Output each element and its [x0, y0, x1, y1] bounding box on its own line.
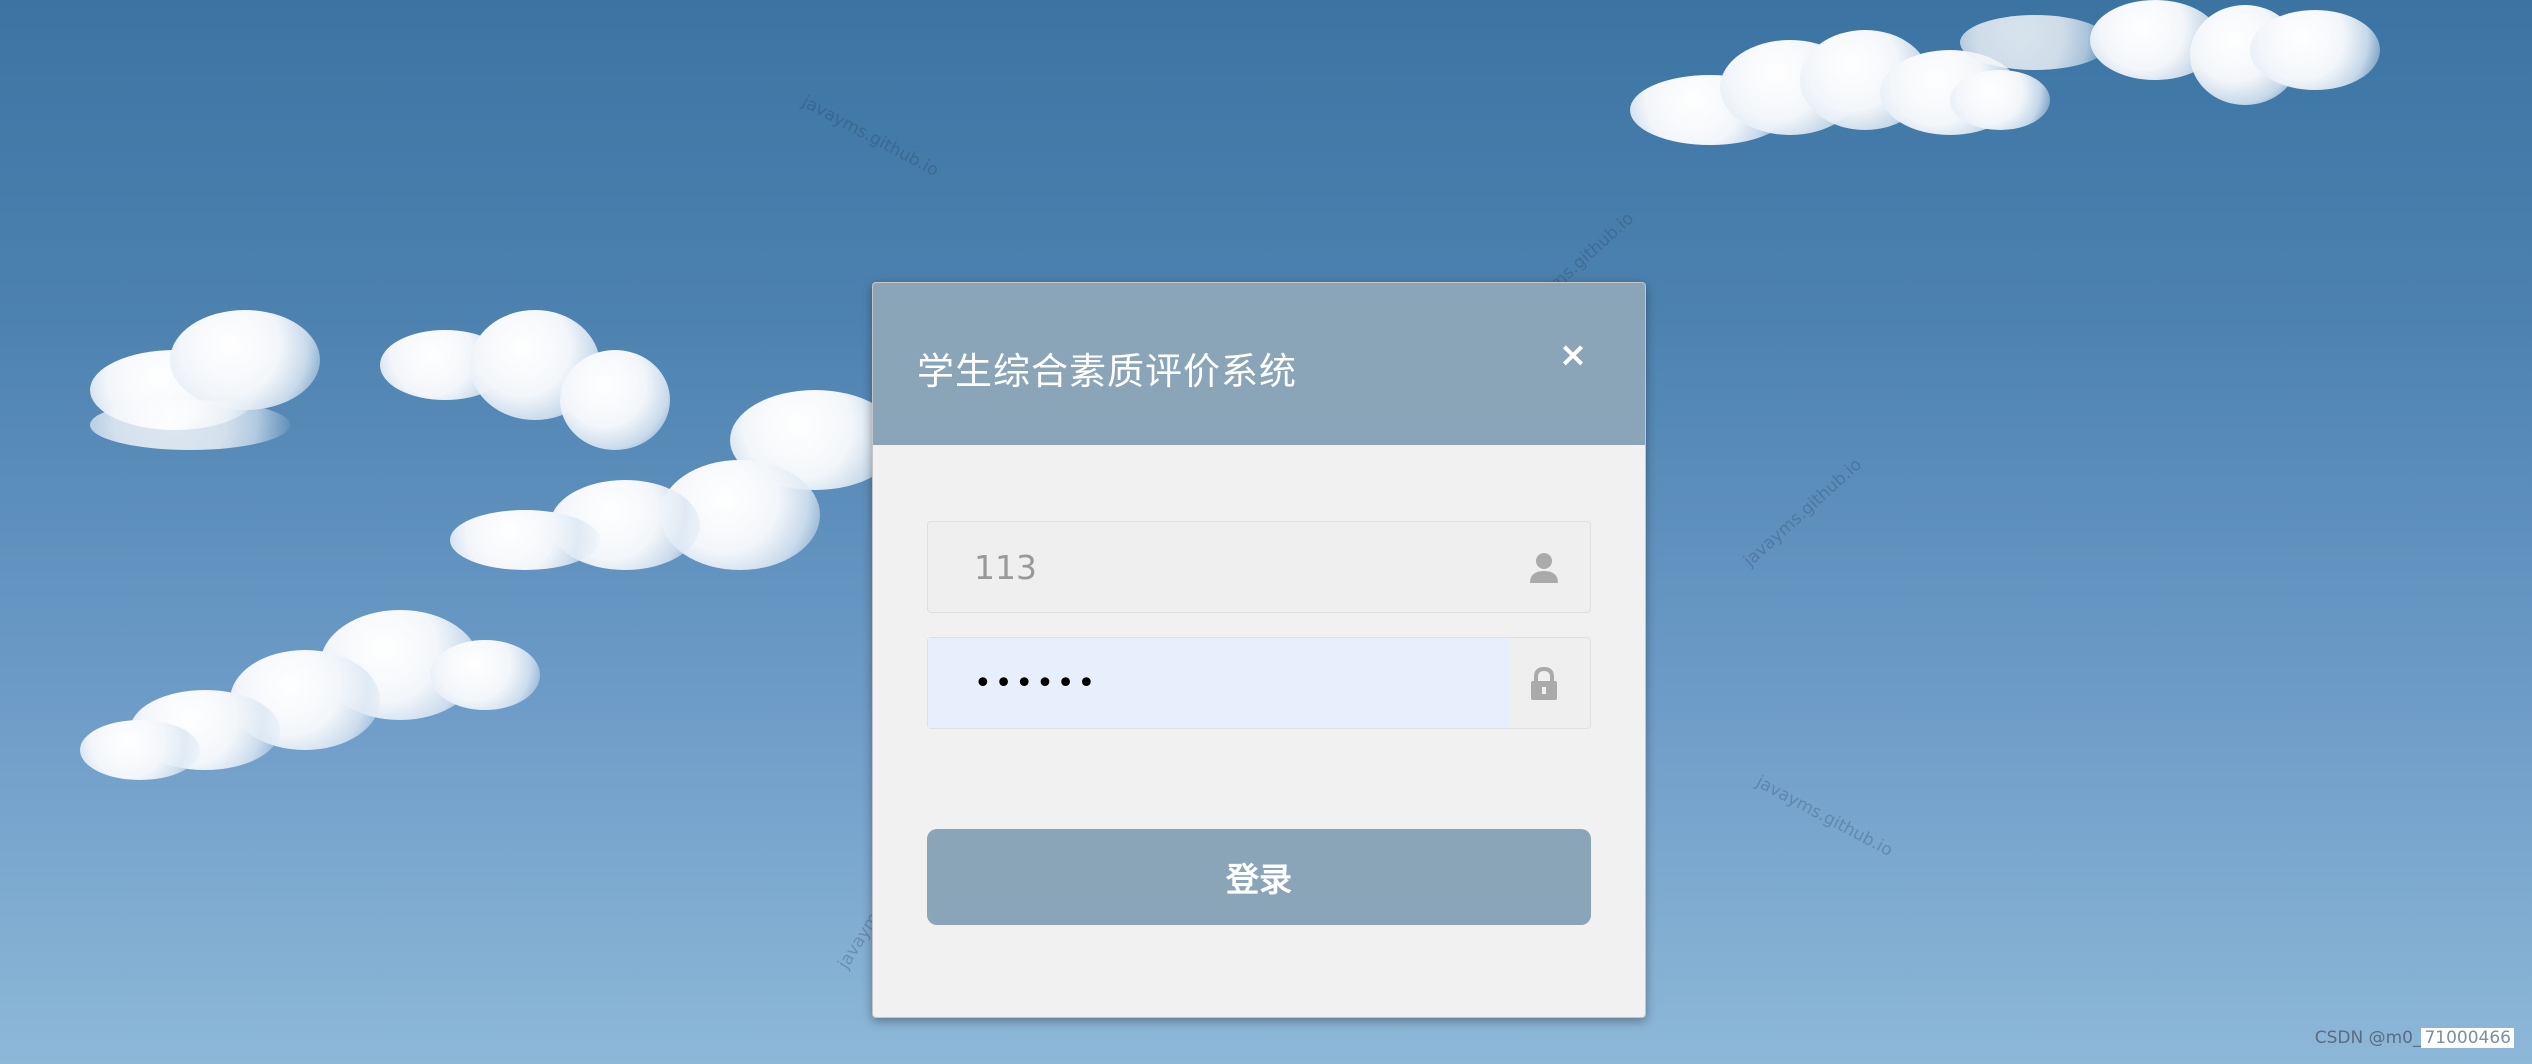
cloud-top-right — [1630, 0, 2430, 170]
password-field — [927, 637, 1591, 729]
watermark: javayms.github.io — [1752, 772, 1896, 861]
user-icon — [1530, 553, 1558, 583]
login-dialog: 学生综合素质评价系统 × 登录 — [872, 282, 1646, 1018]
close-icon[interactable]: × — [1553, 335, 1593, 375]
csdn-credit: CSDN @m0_ 71000466 — [2315, 1028, 2514, 1048]
watermark: javayms.github.io — [1740, 454, 1867, 571]
password-input[interactable] — [928, 638, 1510, 728]
username-field — [927, 521, 1591, 613]
cloud-lower-left — [70, 600, 550, 800]
lock-icon — [1531, 666, 1557, 700]
dialog-title: 学生综合素质评价系统 — [917, 350, 1297, 393]
credit-id: 71000466 — [2421, 1028, 2514, 1048]
watermark: javayms.github.io — [798, 92, 942, 181]
dialog-header: 学生综合素质评价系统 × — [873, 283, 1645, 445]
login-button[interactable]: 登录 — [927, 829, 1591, 925]
username-input[interactable] — [928, 522, 1508, 612]
cloud-middle — [430, 380, 910, 600]
credit-prefix: CSDN @m0_ — [2314, 1028, 2422, 1048]
